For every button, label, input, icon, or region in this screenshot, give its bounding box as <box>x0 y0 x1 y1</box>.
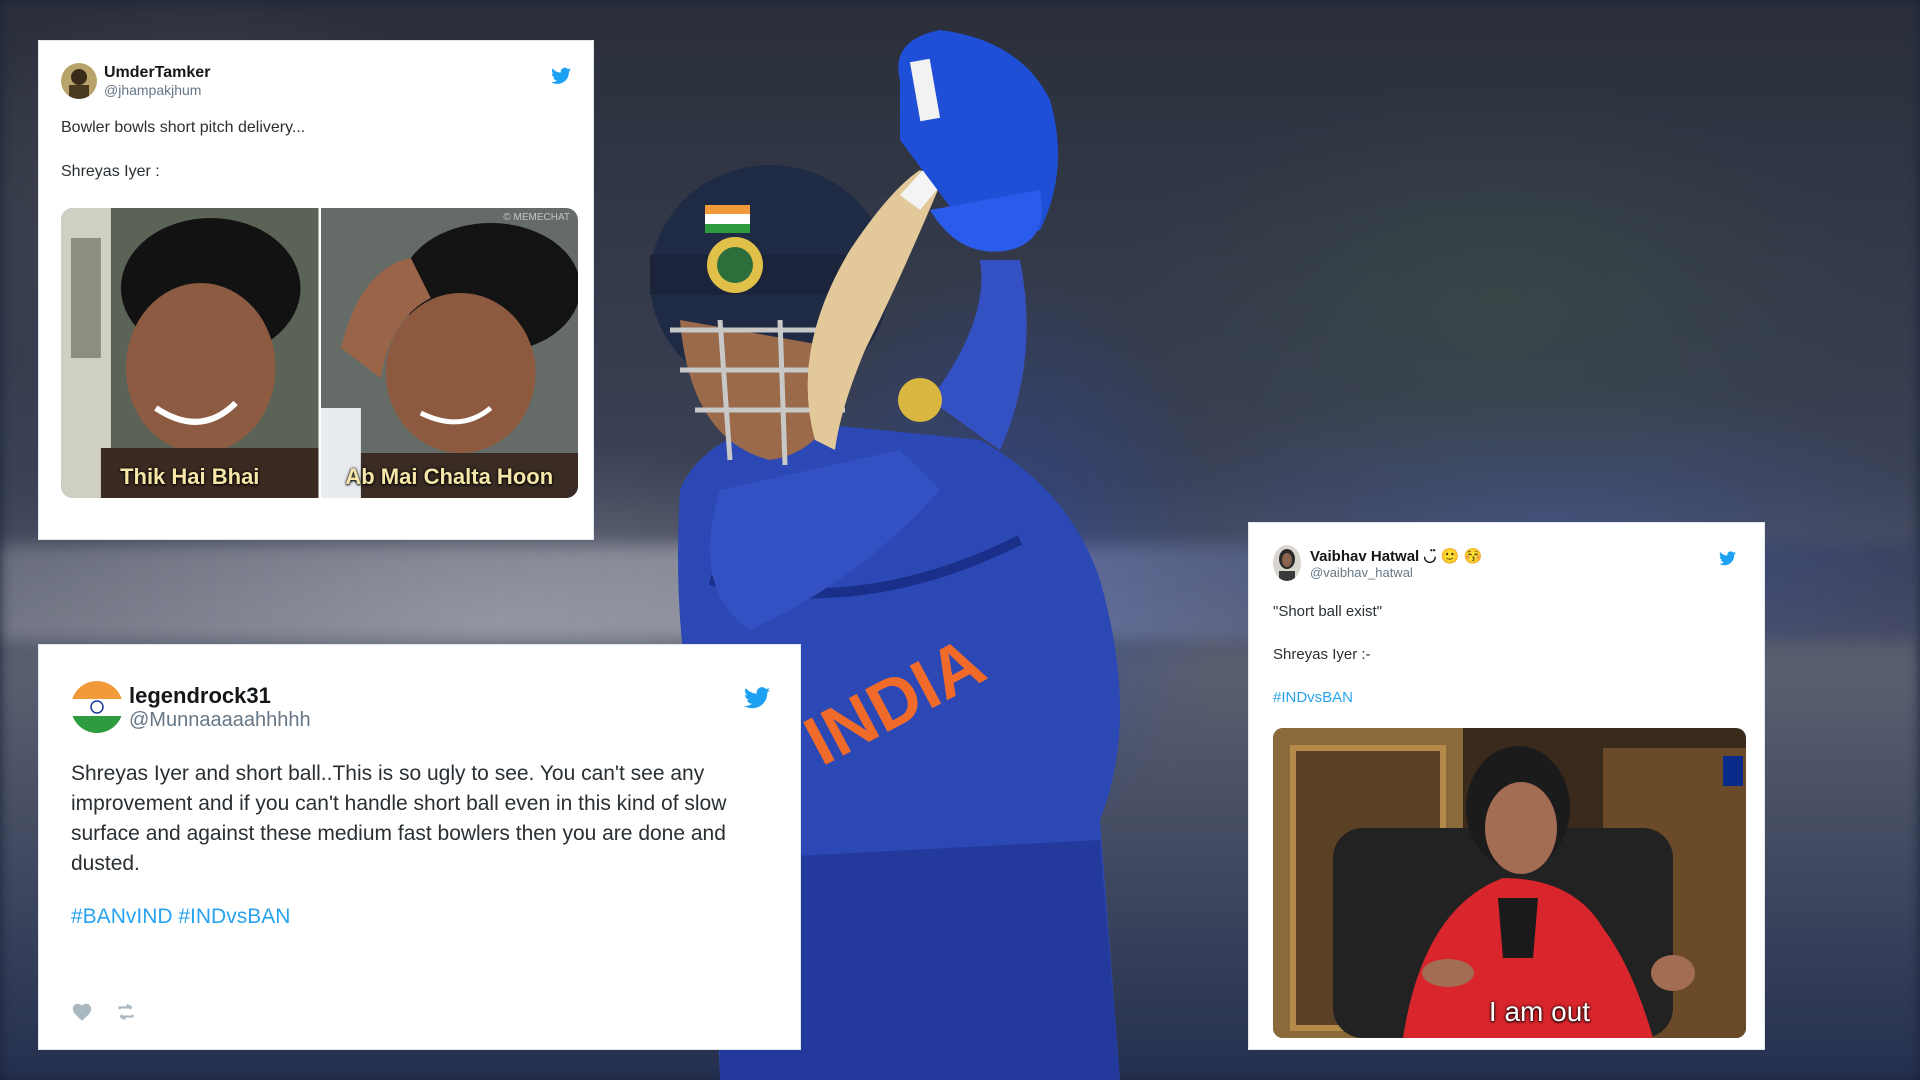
tweet-card-vaibhav-hatwal[interactable]: Vaibhav Hatwal ◡̈ 🙂 😚 @vaibhav_hatwal "S… <box>1248 522 1765 1050</box>
tweet-text-line: Bowler bowls short pitch delivery... <box>61 119 306 136</box>
tweet-card-umdertamker[interactable]: UmderTamker @jhampakjhum Bowler bowls sh… <box>38 40 594 540</box>
heart-icon[interactable] <box>71 1001 93 1023</box>
display-name[interactable]: UmderTamker <box>104 64 210 82</box>
display-name[interactable]: legendrock31 <box>129 683 311 709</box>
avatar[interactable] <box>71 681 123 733</box>
meme-caption: I am out <box>1488 996 1591 1027</box>
display-name[interactable]: Vaibhav Hatwal ◡̈ 🙂 😚 <box>1310 547 1482 565</box>
tweet-text-line: Shreyas Iyer :- <box>1273 646 1371 663</box>
meme-panel-right: Ab Mai Chalta Hoon <box>318 208 578 498</box>
tweet-text-line: Shreyas Iyer : <box>61 163 160 180</box>
tweet-header: UmderTamker @jhampakjhum <box>61 63 571 99</box>
avatar[interactable] <box>1273 545 1301 581</box>
avatar[interactable] <box>61 63 97 99</box>
meme-panel-left: Thik Hai Bhai <box>61 208 319 498</box>
meme-caption: Ab Mai Chalta Hoon <box>345 464 554 489</box>
meme-image[interactable]: Thik Hai Bhai Ab Mai Chalta Hoon © MEMEC… <box>61 208 578 498</box>
hashtag-link[interactable]: #BANvIND #INDvsBAN <box>71 905 770 929</box>
tweet-header: Vaibhav Hatwal ◡̈ 🙂 😚 @vaibhav_hatwal <box>1273 545 1740 581</box>
tweet-actions <box>71 1001 137 1023</box>
user-handle[interactable]: @vaibhav_hatwal <box>1310 565 1482 580</box>
watermark: © MEMECHAT <box>503 212 570 223</box>
retweet-icon[interactable] <box>115 1001 137 1023</box>
tweet-text-line: "Short ball exist" <box>1273 603 1383 620</box>
user-handle[interactable]: @Munnaaaaahhhhh <box>129 709 311 732</box>
meme-image[interactable]: I am out <box>1273 728 1746 1038</box>
user-handle[interactable]: @jhampakjhum <box>104 82 210 98</box>
meme-caption: Thik Hai Bhai <box>120 464 260 489</box>
twitter-bird-icon[interactable] <box>551 67 571 85</box>
tweet-card-legendrock31[interactable]: legendrock31 @Munnaaaaahhhhh Shreyas Iye… <box>38 644 801 1050</box>
hashtag-link[interactable]: #INDvsBAN <box>1273 689 1740 706</box>
tweet-text: Shreyas Iyer and short ball..This is so … <box>71 762 727 875</box>
tweet-header: legendrock31 @Munnaaaaahhhhh <box>71 681 770 733</box>
twitter-bird-icon[interactable] <box>1719 551 1736 566</box>
twitter-bird-icon[interactable] <box>744 687 770 709</box>
